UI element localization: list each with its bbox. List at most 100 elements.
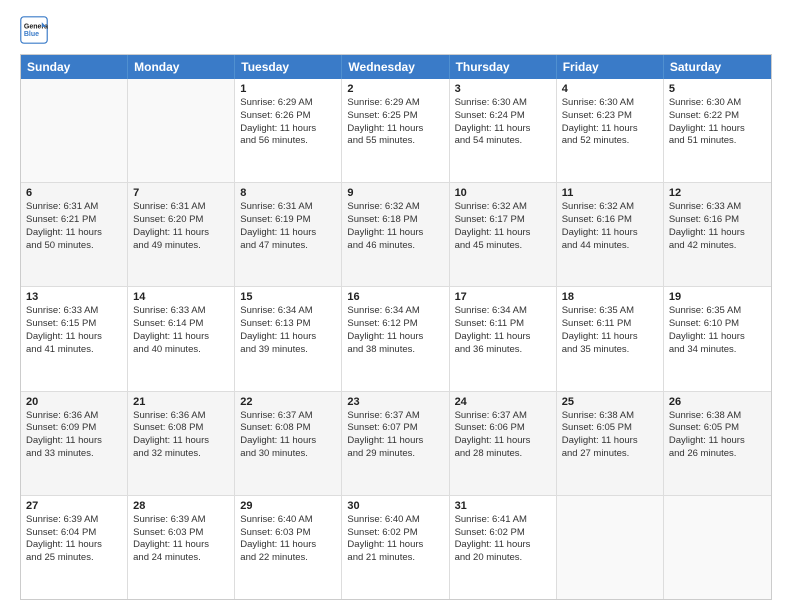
cell-line: and 30 minutes. [240,448,336,461]
cell-line: and 55 minutes. [347,135,443,148]
cell-line: Sunrise: 6:31 AM [133,201,229,214]
cell-line: Sunset: 6:14 PM [133,318,229,331]
day-number: 24 [455,396,551,408]
cell-line: Daylight: 11 hours [455,539,551,552]
day-cell-22: 22Sunrise: 6:37 AMSunset: 6:08 PMDayligh… [235,392,342,495]
cell-line: Daylight: 11 hours [347,331,443,344]
cell-line: and 46 minutes. [347,240,443,253]
cell-line: and 29 minutes. [347,448,443,461]
day-cell-18: 18Sunrise: 6:35 AMSunset: 6:11 PMDayligh… [557,287,664,390]
day-cell-20: 20Sunrise: 6:36 AMSunset: 6:09 PMDayligh… [21,392,128,495]
cell-line: and 51 minutes. [669,135,766,148]
cell-line: and 40 minutes. [133,344,229,357]
cell-line: Sunrise: 6:40 AM [347,514,443,527]
cell-line: Daylight: 11 hours [347,123,443,136]
cell-line: and 42 minutes. [669,240,766,253]
empty-cell [128,79,235,182]
cell-line: Sunrise: 6:36 AM [26,410,122,423]
cell-line: Daylight: 11 hours [26,227,122,240]
cell-line: Daylight: 11 hours [347,539,443,552]
cell-line: Sunset: 6:06 PM [455,422,551,435]
day-number: 26 [669,396,766,408]
day-cell-6: 6Sunrise: 6:31 AMSunset: 6:21 PMDaylight… [21,183,128,286]
day-cell-7: 7Sunrise: 6:31 AMSunset: 6:20 PMDaylight… [128,183,235,286]
cell-line: Sunset: 6:13 PM [240,318,336,331]
empty-cell [21,79,128,182]
day-cell-16: 16Sunrise: 6:34 AMSunset: 6:12 PMDayligh… [342,287,449,390]
cell-line: and 36 minutes. [455,344,551,357]
cell-line: Sunset: 6:12 PM [347,318,443,331]
day-header-sunday: Sunday [21,55,128,79]
day-number: 25 [562,396,658,408]
cell-line: and 45 minutes. [455,240,551,253]
empty-cell [664,496,771,599]
cell-line: Sunrise: 6:29 AM [240,97,336,110]
cell-line: Sunrise: 6:41 AM [455,514,551,527]
day-number: 28 [133,500,229,512]
day-cell-4: 4Sunrise: 6:30 AMSunset: 6:23 PMDaylight… [557,79,664,182]
day-number: 2 [347,83,443,95]
svg-text:General: General [24,23,48,30]
day-cell-14: 14Sunrise: 6:33 AMSunset: 6:14 PMDayligh… [128,287,235,390]
calendar-header: SundayMondayTuesdayWednesdayThursdayFrid… [21,55,771,79]
calendar-week-5: 27Sunrise: 6:39 AMSunset: 6:04 PMDayligh… [21,495,771,599]
cell-line: Daylight: 11 hours [669,435,766,448]
cell-line: and 32 minutes. [133,448,229,461]
cell-line: Sunset: 6:08 PM [240,422,336,435]
day-number: 16 [347,291,443,303]
logo: General Blue [20,16,48,44]
day-number: 15 [240,291,336,303]
calendar: SundayMondayTuesdayWednesdayThursdayFrid… [20,54,772,600]
day-cell-23: 23Sunrise: 6:37 AMSunset: 6:07 PMDayligh… [342,392,449,495]
cell-line: Daylight: 11 hours [562,331,658,344]
cell-line: Sunrise: 6:32 AM [347,201,443,214]
cell-line: Daylight: 11 hours [347,435,443,448]
cell-line: Daylight: 11 hours [669,227,766,240]
cell-line: Sunrise: 6:35 AM [669,305,766,318]
day-number: 18 [562,291,658,303]
day-cell-9: 9Sunrise: 6:32 AMSunset: 6:18 PMDaylight… [342,183,449,286]
logo-icon: General Blue [20,16,48,44]
cell-line: Daylight: 11 hours [562,123,658,136]
cell-line: Daylight: 11 hours [240,435,336,448]
cell-line: Sunrise: 6:35 AM [562,305,658,318]
cell-line: Sunset: 6:05 PM [669,422,766,435]
cell-line: and 54 minutes. [455,135,551,148]
day-header-friday: Friday [557,55,664,79]
calendar-week-2: 6Sunrise: 6:31 AMSunset: 6:21 PMDaylight… [21,182,771,286]
day-number: 21 [133,396,229,408]
day-header-tuesday: Tuesday [235,55,342,79]
day-number: 4 [562,83,658,95]
cell-line: Daylight: 11 hours [669,123,766,136]
cell-line: Sunset: 6:24 PM [455,110,551,123]
cell-line: Sunrise: 6:30 AM [669,97,766,110]
cell-line: and 24 minutes. [133,552,229,565]
empty-cell [557,496,664,599]
cell-line: Sunrise: 6:38 AM [669,410,766,423]
cell-line: Sunset: 6:07 PM [347,422,443,435]
day-header-monday: Monday [128,55,235,79]
cell-line: and 50 minutes. [26,240,122,253]
day-cell-30: 30Sunrise: 6:40 AMSunset: 6:02 PMDayligh… [342,496,449,599]
cell-line: Sunrise: 6:31 AM [240,201,336,214]
day-number: 7 [133,187,229,199]
day-cell-5: 5Sunrise: 6:30 AMSunset: 6:22 PMDaylight… [664,79,771,182]
cell-line: Daylight: 11 hours [26,435,122,448]
cell-line: Daylight: 11 hours [455,331,551,344]
cell-line: Sunset: 6:02 PM [455,527,551,540]
day-cell-21: 21Sunrise: 6:36 AMSunset: 6:08 PMDayligh… [128,392,235,495]
cell-line: Sunset: 6:09 PM [26,422,122,435]
cell-line: Sunrise: 6:39 AM [133,514,229,527]
cell-line: and 35 minutes. [562,344,658,357]
day-cell-10: 10Sunrise: 6:32 AMSunset: 6:17 PMDayligh… [450,183,557,286]
day-number: 31 [455,500,551,512]
day-number: 19 [669,291,766,303]
cell-line: Sunrise: 6:33 AM [26,305,122,318]
day-cell-24: 24Sunrise: 6:37 AMSunset: 6:06 PMDayligh… [450,392,557,495]
cell-line: Sunrise: 6:32 AM [562,201,658,214]
svg-text:Blue: Blue [24,31,39,38]
day-header-wednesday: Wednesday [342,55,449,79]
day-cell-1: 1Sunrise: 6:29 AMSunset: 6:26 PMDaylight… [235,79,342,182]
cell-line: Daylight: 11 hours [133,435,229,448]
day-cell-11: 11Sunrise: 6:32 AMSunset: 6:16 PMDayligh… [557,183,664,286]
